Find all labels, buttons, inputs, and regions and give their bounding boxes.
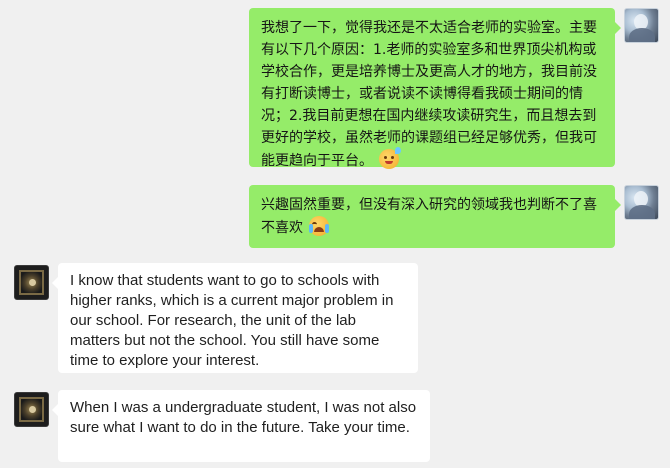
message-text: I know that students want to go to schoo… xyxy=(70,272,394,369)
crying-emoji-icon xyxy=(309,216,329,236)
message-bubble-other-2[interactable]: When I was a undergraduate student, I wa… xyxy=(52,390,430,462)
message-bubble-self-1[interactable]: 我想了一下，觉得我还是不太适合老师的实验室。主要有以下几个原因：1.老师的实验室… xyxy=(249,8,621,169)
contact-avatar[interactable] xyxy=(14,392,49,427)
message-bubble-self-2[interactable]: 兴趣固然重要，但没有深入研究的领域我也判断不了喜不喜欢 xyxy=(249,185,621,248)
message-bubble-other-1[interactable]: I know that students want to go to schoo… xyxy=(52,263,418,373)
message-text: When I was a undergraduate student, I wa… xyxy=(70,399,417,436)
self-avatar[interactable] xyxy=(624,185,659,220)
message-text: 我想了一下，觉得我还是不太适合老师的实验室。主要有以下几个原因：1.老师的实验室… xyxy=(261,20,597,169)
contact-avatar[interactable] xyxy=(14,265,49,300)
chat-window: 我想了一下，觉得我还是不太适合老师的实验室。主要有以下几个原因：1.老师的实验室… xyxy=(0,0,670,468)
sweat-smile-emoji-icon xyxy=(379,147,401,169)
self-avatar[interactable] xyxy=(624,8,659,43)
